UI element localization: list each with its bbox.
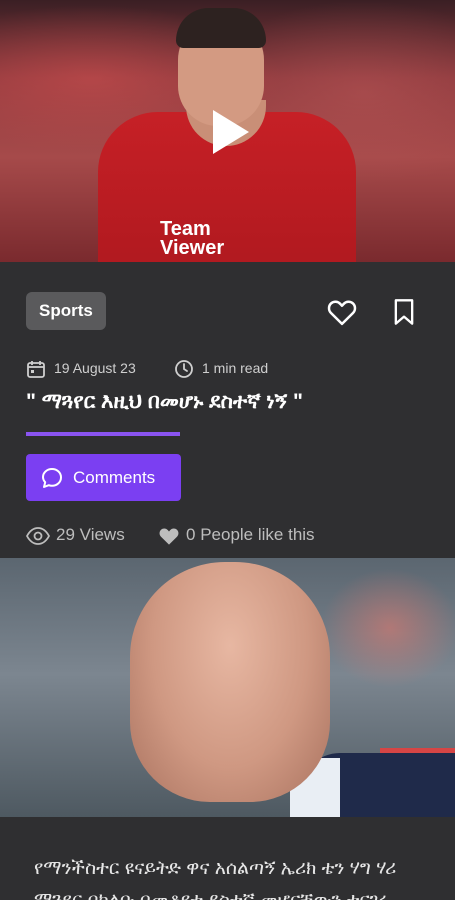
article-title[interactable]: " ማጓየር እዚህ በመሆኑ ደስተኛ ነኝ ": [26, 390, 436, 414]
article-image[interactable]: Team Viewer: [0, 0, 455, 262]
date-item: 19 August 23: [26, 357, 136, 379]
player-hair: [176, 8, 266, 48]
comments-label: Comments: [73, 468, 156, 487]
views-count: 29: [56, 525, 75, 544]
article-image-2[interactable]: [0, 558, 455, 817]
calendar-icon: [27, 361, 45, 379]
play-icon[interactable]: [213, 110, 249, 154]
read-time-text: 1 min read: [202, 360, 269, 376]
bookmark-icon[interactable]: [392, 298, 416, 326]
article-excerpt-2[interactable]: የማንችስተር ዩናይትድ ዋና አሰልጣኝ ኤሪክ ቴን ሃግ ሃሪ ማጓየር…: [0, 817, 455, 900]
read-time-item: 1 min read: [174, 357, 268, 379]
likes-count: 0: [186, 525, 196, 544]
category-chip[interactable]: Sports: [26, 292, 106, 330]
clock-icon: [175, 360, 193, 379]
views-stat: 29 Views: [25, 522, 125, 548]
sponsor-logo-text: Team Viewer: [160, 218, 225, 259]
coach-head: [130, 562, 330, 802]
comments-button[interactable]: Comments: [26, 454, 181, 501]
likes-stat: 0 People like this: [158, 522, 315, 548]
excerpt-text: የማንችስተር ዩናይትድ ዋና አሰልጣኝ ኤሪክ ቴን ሃግ ሃሪ ማጓየር…: [34, 858, 397, 900]
likes-label: People like this: [200, 525, 315, 544]
views-label: Views: [79, 525, 125, 544]
heart-filled-icon: [159, 528, 179, 545]
title-underline: [26, 432, 180, 436]
heart-icon[interactable]: [327, 298, 357, 326]
eye-icon: [25, 526, 51, 545]
date-text: 19 August 23: [54, 360, 136, 376]
article-card: Sports 19 August 23 1 min read " ማጓየር እዚ…: [0, 262, 455, 558]
background-light: [320, 568, 455, 688]
comment-icon: [42, 468, 62, 488]
